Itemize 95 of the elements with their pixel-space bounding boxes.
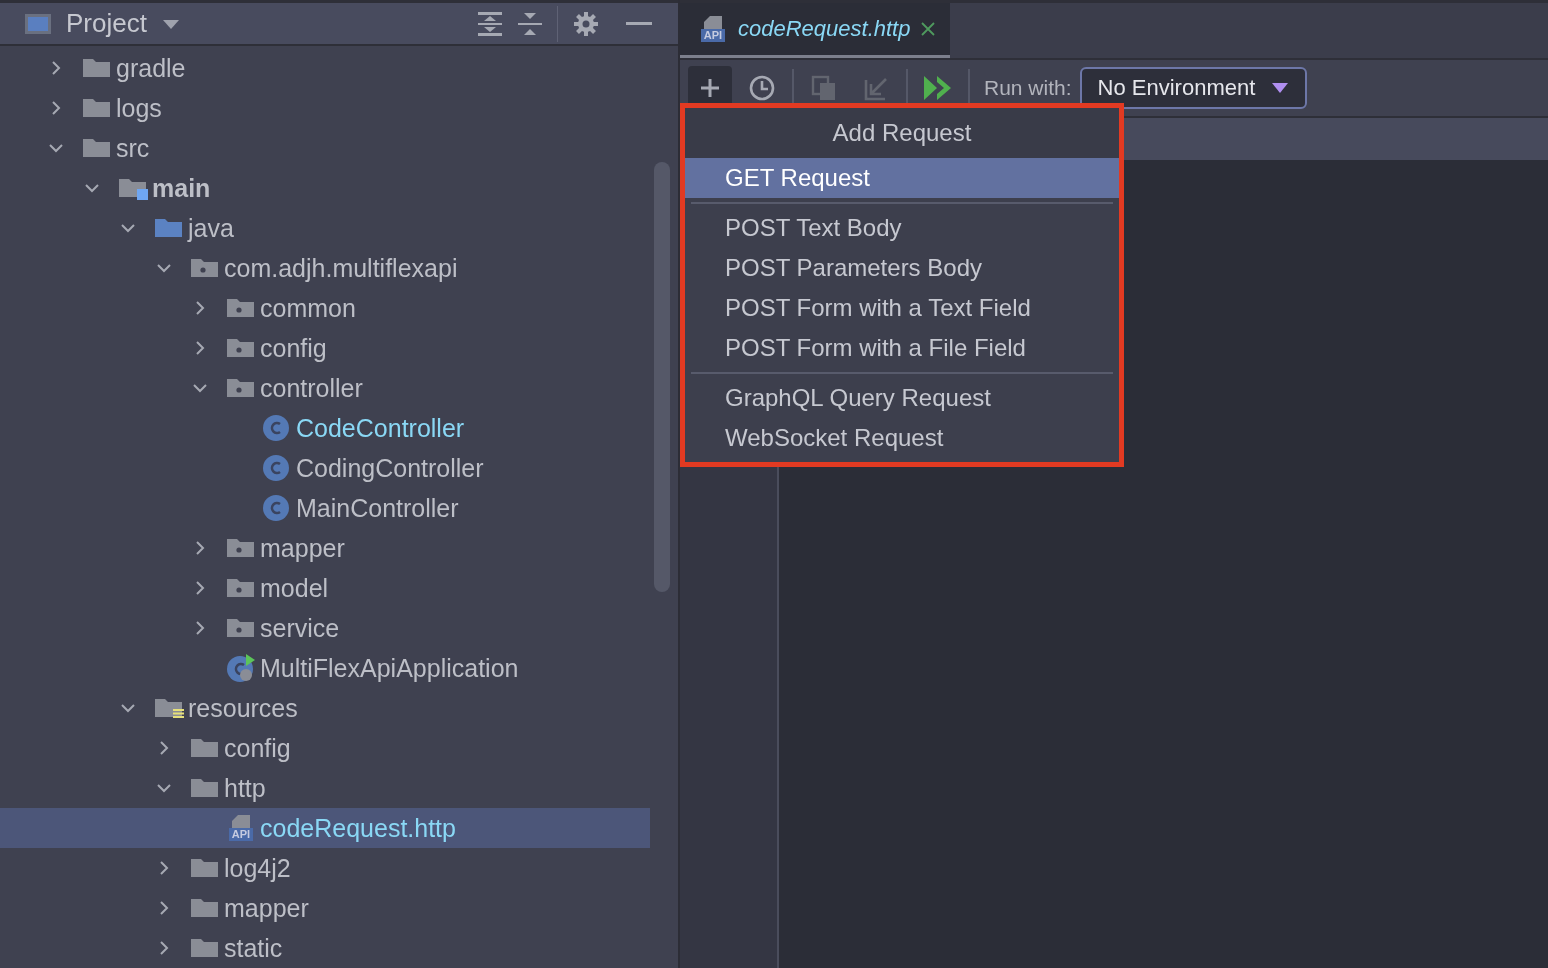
tree-item-label: static xyxy=(224,933,283,963)
folder-icon xyxy=(226,376,256,400)
tree-item-label: log4j2 xyxy=(224,853,291,883)
tree-row[interactable]: java xyxy=(0,208,650,248)
class-icon xyxy=(262,494,292,522)
application-icon xyxy=(226,653,256,683)
file-icon xyxy=(231,815,251,828)
environment-dropdown[interactable]: No Environment xyxy=(1079,67,1308,109)
tree-item-label: common xyxy=(260,293,356,323)
tree-item-label: main xyxy=(152,173,211,203)
menu-item[interactable]: GET Request xyxy=(685,158,1119,198)
tree-row[interactable]: controller xyxy=(0,368,650,408)
editor-tab[interactable]: API codeRequest.http xyxy=(680,3,951,58)
folder-icon xyxy=(190,256,220,280)
folder-icon xyxy=(190,896,220,920)
tree-row[interactable]: http xyxy=(0,768,650,808)
dropdown-icon[interactable] xyxy=(160,17,181,30)
tree-row[interactable]: common xyxy=(0,288,650,328)
tree-item-label: resources xyxy=(188,693,298,723)
plus-icon xyxy=(698,76,722,100)
folder-icon xyxy=(226,536,256,560)
tree-row[interactable]: config xyxy=(0,728,650,768)
api-badge: API xyxy=(228,828,254,841)
folder-icon xyxy=(190,736,220,760)
menu-item[interactable]: POST Text Body xyxy=(685,208,1119,248)
dropdown-icon xyxy=(1271,82,1290,94)
tree-row[interactable]: src xyxy=(0,128,650,168)
folder-icon xyxy=(190,936,220,960)
tree-item-label: MultiFlexApiApplication xyxy=(260,653,519,683)
tree-row[interactable]: log4j2 xyxy=(0,848,650,888)
tree-item-label: CodingController xyxy=(296,453,484,483)
tree-row[interactable]: MainController xyxy=(0,488,650,528)
tree-row[interactable]: MultiFlexApiApplication xyxy=(0,648,650,688)
tree-row[interactable]: gradle xyxy=(0,48,650,88)
menu-item[interactable]: POST Parameters Body xyxy=(685,248,1119,288)
tree-row[interactable]: mapper xyxy=(0,888,650,928)
tree-row[interactable]: model xyxy=(0,568,650,608)
close-icon[interactable] xyxy=(920,21,937,37)
folder-icon xyxy=(226,296,256,320)
tree-item-label: MainController xyxy=(296,493,459,523)
tree-item-label: model xyxy=(260,573,329,603)
run-with-label: Run with: xyxy=(984,76,1072,100)
tree-row[interactable]: API codeRequest.http xyxy=(0,808,650,848)
file-icon xyxy=(703,16,723,29)
tree-row[interactable]: service xyxy=(0,608,650,648)
settings-icon[interactable] xyxy=(572,9,600,38)
folder-icon xyxy=(154,696,184,720)
window-icon xyxy=(24,12,52,35)
folder-icon xyxy=(154,216,184,240)
menu-title: Add Request xyxy=(685,108,1119,158)
tree-item-label: logs xyxy=(116,93,162,123)
tree-item-label: controller xyxy=(260,373,363,403)
tree-item-label: com.adjh.multiflexapi xyxy=(224,253,458,283)
folder-icon xyxy=(190,856,220,880)
tree-item-label: gradle xyxy=(116,53,186,83)
folder-icon xyxy=(82,96,112,120)
tree-row[interactable]: main xyxy=(0,168,650,208)
menu-item[interactable]: GraphQL Query Request xyxy=(685,378,1119,418)
tree-row[interactable]: config xyxy=(0,328,650,368)
menu-item[interactable]: POST Form with a File Field xyxy=(685,328,1119,368)
clock-icon xyxy=(748,74,776,102)
folder-icon xyxy=(82,136,112,160)
copy-icon xyxy=(810,74,838,102)
tree-row[interactable]: logs xyxy=(0,88,650,128)
tree-row[interactable]: mapper xyxy=(0,528,650,568)
tree-row[interactable]: CodingController xyxy=(0,448,650,488)
tree-item-label: java xyxy=(188,213,234,243)
tree-row[interactable]: resources xyxy=(0,688,650,728)
class-icon xyxy=(262,414,292,442)
scrollbar[interactable] xyxy=(654,162,670,592)
folder-icon xyxy=(226,576,256,600)
folder-icon xyxy=(118,176,148,200)
tree-row[interactable]: static xyxy=(0,928,650,968)
tree-item-label: src xyxy=(116,133,150,163)
tab-label: codeRequest.http xyxy=(738,16,911,42)
menu-item[interactable]: POST Form with a Text Field xyxy=(685,288,1119,328)
tree-item-label: mapper xyxy=(224,893,309,923)
folder-icon xyxy=(82,56,112,80)
class-icon xyxy=(262,454,292,482)
tree-row[interactable]: com.adjh.multiflexapi xyxy=(0,248,650,288)
api-badge: API xyxy=(700,29,726,42)
tree-row[interactable]: CodeController xyxy=(0,408,650,448)
tree-item-label: config xyxy=(260,333,327,363)
panel-title[interactable]: Project xyxy=(66,8,147,39)
menu-item[interactable]: WebSocket Request xyxy=(685,418,1119,458)
folder-icon xyxy=(190,776,220,800)
tree-item-label: mapper xyxy=(260,533,345,563)
tree-item-label: CodeController xyxy=(296,413,465,443)
folder-icon xyxy=(226,336,256,360)
tree-item-label: config xyxy=(224,733,291,763)
tree-item-label: service xyxy=(260,613,340,643)
tree-item-label: codeRequest.http xyxy=(260,813,456,843)
folder-icon xyxy=(226,616,256,640)
tree-item-label: http xyxy=(224,773,266,803)
expand-all-icon[interactable] xyxy=(477,9,503,38)
